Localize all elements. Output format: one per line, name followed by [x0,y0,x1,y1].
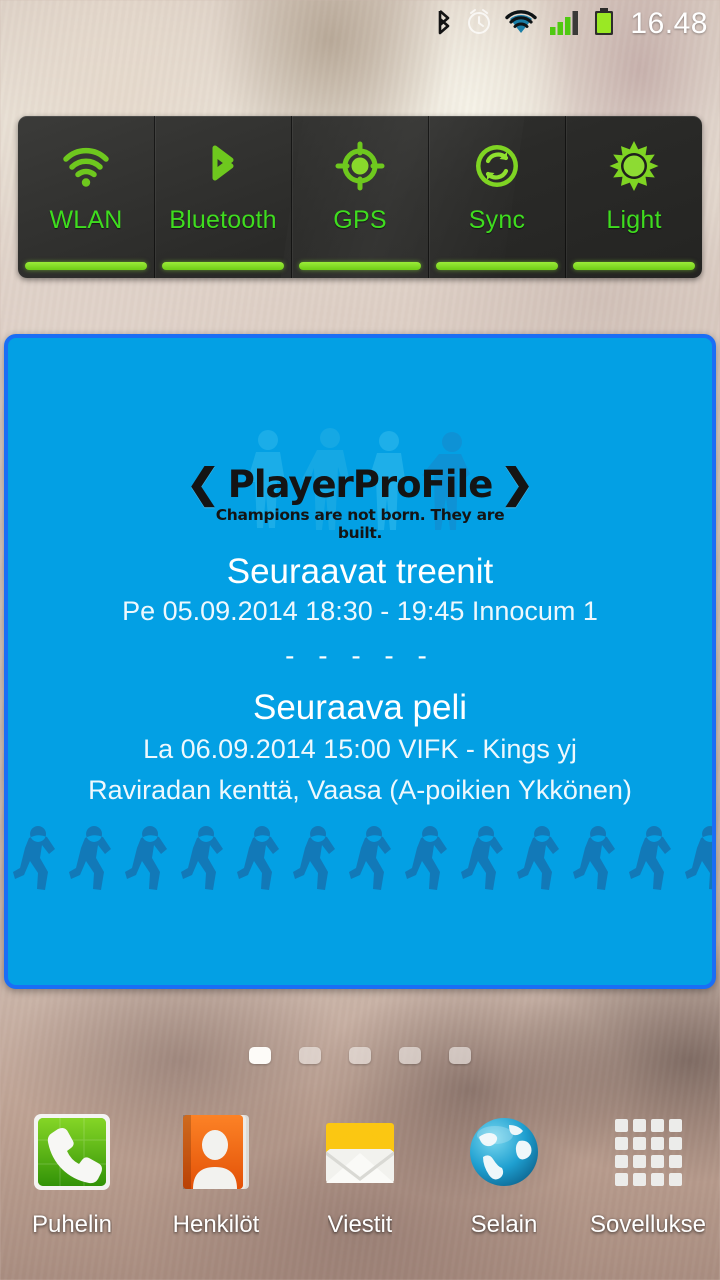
page-dot[interactable] [349,1047,371,1064]
dock-item-browser[interactable]: Selain [432,1105,576,1239]
dock: Puhelin Henkilöt Viestit Selain Sovelluk… [0,1105,720,1270]
brightness-sun-icon [608,140,660,192]
logo-wordmark: PlayerProFile [227,462,494,506]
next-training-title: Seuraavat treenit [226,552,494,591]
page-dot[interactable] [449,1047,471,1064]
app-drawer-grid-icon [601,1105,695,1199]
dock-label: Henkilöt [172,1211,260,1238]
bluetooth-icon [434,7,454,42]
toggle-gps[interactable]: GPS [291,116,428,278]
toggle-light[interactable]: Light [565,116,702,278]
player-silhouette-strip [8,806,712,902]
status-bar-clock: 16.48 [630,7,708,40]
messages-envelope-icon [313,1105,407,1199]
page-indicator [0,1047,720,1064]
toggle-state-bar [25,262,147,270]
page-dot[interactable] [399,1047,421,1064]
logo-tagline: Champions are not born. They are built. [215,506,505,542]
toggle-bluetooth[interactable]: Bluetooth [154,116,291,278]
dock-label: Selain [470,1211,538,1238]
toggle-state-bar [436,262,558,270]
sync-icon [471,140,523,192]
logo-left-chevron-icon: ❮ [186,462,220,506]
quick-toggles-widget: WLAN Bluetooth GPS Sync Light [18,116,702,278]
next-game-info: La 06.09.2014 15:00 VIFK - Kings yj [143,734,577,764]
toggle-state-bar [573,262,695,270]
section-separator: - - - - - [285,640,435,671]
logo-right-chevron-icon: ❯ [500,462,534,506]
toggle-sync[interactable]: Sync [428,116,565,278]
contacts-icon [169,1105,263,1199]
next-training-info: Pe 05.09.2014 18:30 - 19:45 Innocum 1 [122,596,598,626]
toggle-wlan[interactable]: WLAN [18,116,154,278]
dock-item-app-drawer[interactable]: Sovellukse [576,1105,720,1239]
playerprofile-widget[interactable]: ❮ PlayerProFile ❯ Champions are not born… [4,334,716,989]
toggle-state-bar [299,262,421,270]
toggle-label: WLAN [49,206,123,234]
toggle-label: Sync [468,206,526,234]
dock-label: Puhelin [31,1211,113,1238]
phone-icon [25,1105,119,1199]
toggle-state-bar [162,262,284,270]
next-game-place: Raviradan kenttä, Vaasa (A-poikien Ykkön… [88,775,632,805]
gps-target-icon [334,140,386,192]
dock-item-contacts[interactable]: Henkilöt [144,1105,288,1239]
bluetooth-icon [197,140,249,192]
page-dot[interactable] [299,1047,321,1064]
wifi-icon [504,8,538,41]
toggle-label: GPS [333,206,387,234]
cellular-signal-icon [549,8,581,41]
dock-item-phone[interactable]: Puhelin [0,1105,144,1239]
browser-globe-icon [457,1105,551,1199]
status-bar: 16.48 [0,0,720,48]
page-dot[interactable] [249,1047,271,1064]
dock-item-messages[interactable]: Viestit [288,1105,432,1239]
toggle-label: Light [606,206,662,234]
wifi-icon [60,140,112,192]
alarm-clock-icon [465,8,493,41]
dock-label: Viestit [327,1211,393,1238]
toggle-label: Bluetooth [169,206,277,234]
playerprofile-logo: ❮ PlayerProFile ❯ Champions are not born… [8,428,712,542]
next-game-title: Seuraava peli [252,688,468,727]
battery-icon [592,7,616,42]
dock-label: Sovellukse [589,1211,707,1238]
